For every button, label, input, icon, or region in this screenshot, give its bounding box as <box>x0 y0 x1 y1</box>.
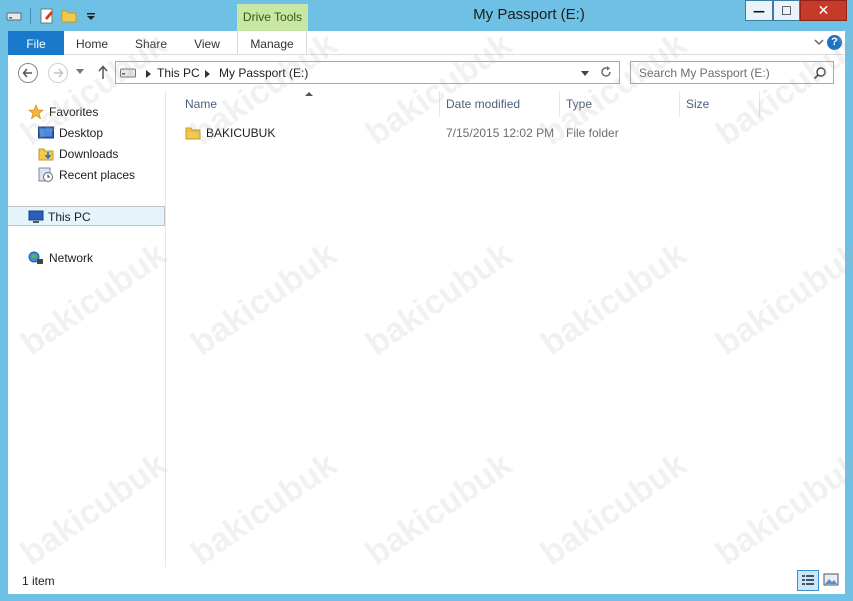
star-icon <box>28 104 44 120</box>
recent-locations-dropdown[interactable] <box>76 69 84 74</box>
nav-item-label: Network <box>49 251 94 265</box>
breadcrumb-this-pc[interactable]: This PC <box>157 66 200 80</box>
expand-ribbon-icon[interactable] <box>813 36 825 48</box>
forward-arrow-icon <box>54 68 64 78</box>
status-bar: 1 item <box>8 567 845 594</box>
title-bar: Drive Tools My Passport (E:) — ☐ ✕ <box>0 0 853 31</box>
tab-view[interactable]: View <box>186 31 228 55</box>
explorer-window: Drive Tools My Passport (E:) — ☐ ✕ File … <box>0 0 853 601</box>
nav-item-desktop[interactable]: Desktop <box>8 123 165 143</box>
table-row[interactable]: BAKICUBUK 7/15/2015 12:02 PM File folder <box>167 122 845 144</box>
nav-item-label: This PC <box>48 210 91 224</box>
nav-item-label: Desktop <box>59 126 104 140</box>
maximize-button[interactable]: ☐ <box>773 0 800 21</box>
address-history-dropdown[interactable] <box>581 71 589 76</box>
nav-item-label: Downloads <box>59 147 119 161</box>
tab-home[interactable]: Home <box>70 31 114 55</box>
drive-icon <box>120 67 136 79</box>
desktop-icon <box>38 125 54 141</box>
tab-share[interactable]: Share <box>129 31 173 55</box>
downloads-icon <box>38 146 54 162</box>
breadcrumb-separator[interactable] <box>146 70 151 78</box>
help-icon[interactable]: ? <box>827 35 842 50</box>
large-icons-view-icon <box>823 573 839 586</box>
column-header-name[interactable]: Name <box>179 91 440 117</box>
nav-item-this-pc[interactable]: This PC <box>8 206 165 226</box>
computer-icon <box>28 209 44 225</box>
forward-button[interactable] <box>48 63 68 83</box>
column-header-size[interactable]: Size <box>680 91 760 117</box>
item-count: 1 item <box>22 574 55 588</box>
ribbon-tab-bar: File Home Share View Manage ? <box>8 31 845 55</box>
search-input[interactable] <box>631 62 809 83</box>
minimize-button[interactable]: — <box>745 0 773 21</box>
close-button[interactable]: ✕ <box>800 0 847 21</box>
up-button[interactable] <box>95 63 111 83</box>
back-arrow-icon <box>22 68 32 78</box>
column-header-date-modified[interactable]: Date modified <box>440 91 560 117</box>
folder-icon <box>185 125 201 141</box>
large-icons-view-button[interactable] <box>821 570 843 591</box>
nav-item-recent-places[interactable]: Recent places <box>8 165 165 185</box>
file-list: Name Date modified Type Size BAKICUBUK 7… <box>167 91 845 567</box>
navigation-bar: This PC My Passport (E:) <box>8 55 845 91</box>
nav-item-favorites[interactable]: Favorites <box>8 102 165 122</box>
details-view-icon <box>802 575 814 585</box>
address-bar[interactable]: This PC My Passport (E:) <box>115 61 620 84</box>
file-name: BAKICUBUK <box>206 126 276 140</box>
content-area: Favorites Desktop Downloads Recent place… <box>8 91 845 567</box>
nav-item-label: Recent places <box>59 168 136 182</box>
details-view-button[interactable] <box>797 570 819 591</box>
recent-places-icon <box>38 167 54 183</box>
breadcrumb-separator[interactable] <box>205 70 210 78</box>
file-type: File folder <box>566 126 619 140</box>
file-date-modified: 7/15/2015 12:02 PM <box>446 126 555 140</box>
back-button[interactable] <box>18 63 38 83</box>
navigation-pane: Favorites Desktop Downloads Recent place… <box>8 91 166 567</box>
search-box[interactable] <box>630 61 834 84</box>
search-icon[interactable] <box>813 66 827 80</box>
tab-manage[interactable]: Manage <box>237 31 307 55</box>
nav-item-label: Favorites <box>49 105 99 119</box>
nav-item-downloads[interactable]: Downloads <box>8 144 165 164</box>
window-title: My Passport (E:) <box>473 6 585 23</box>
refresh-icon[interactable] <box>599 64 613 84</box>
nav-item-network[interactable]: Network <box>8 248 165 268</box>
column-header-type[interactable]: Type <box>560 91 680 117</box>
tab-file[interactable]: File <box>8 31 64 55</box>
up-arrow-icon <box>98 65 108 79</box>
breadcrumb-my-passport[interactable]: My Passport (E:) <box>219 66 308 80</box>
network-icon <box>28 250 44 266</box>
